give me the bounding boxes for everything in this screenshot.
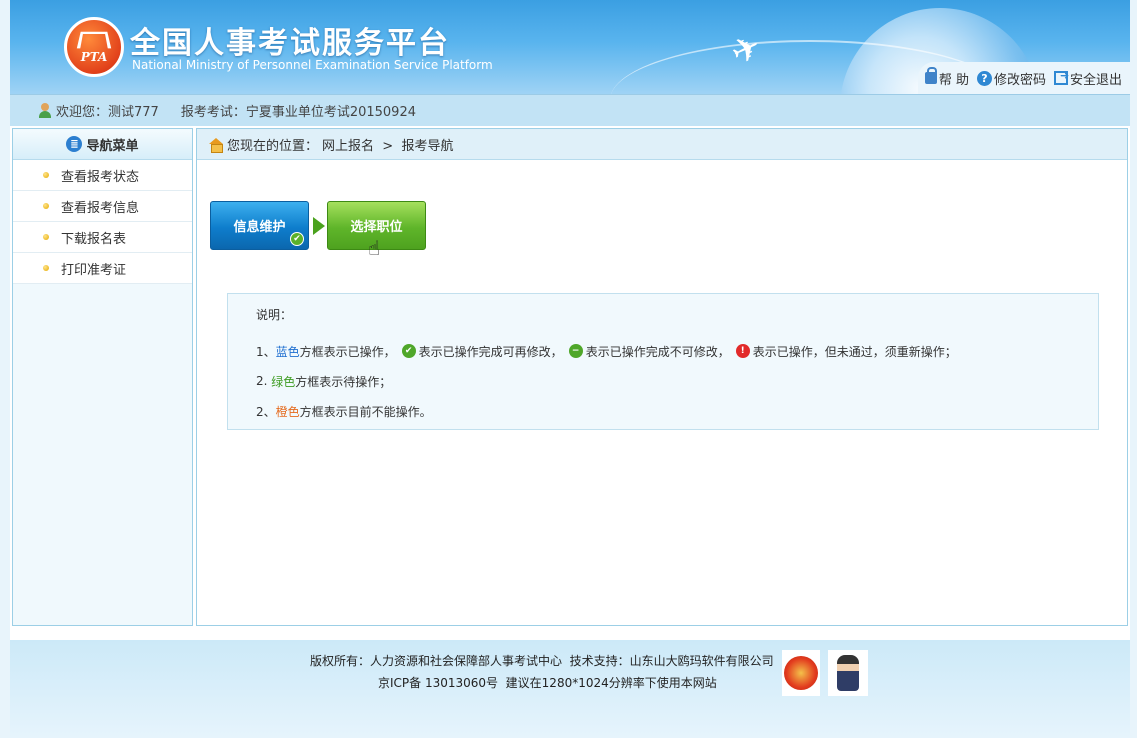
legend-note: 说明： 1、 蓝色 方框表示已操作， ✔ 表示已操作完成可再修改， − 表示已操… (227, 293, 1099, 430)
check-icon: ✔ (401, 344, 416, 358)
step-label: 选择职位 (350, 220, 403, 235)
footer-icp: 京ICP备 13013060号 建议在1280*1024分辨率下使用本网站 (378, 676, 717, 690)
user-icon (38, 103, 52, 118)
hand-pointer-icon: ☝ (368, 236, 381, 260)
change-password-link[interactable]: ? 修改密码 (976, 69, 1046, 88)
sidebar-item-view-status[interactable]: 查看报考状态 (13, 160, 192, 191)
sidebar-item-label: 查看报考状态 (61, 169, 140, 185)
step-select-position-button[interactable]: 选择职位 ☝ (327, 201, 426, 260)
menu-icon: ≣ (66, 136, 83, 152)
sidebar-item-label: 打印准考证 (61, 262, 127, 278)
sidebar-item-download-form[interactable]: 下载报名表 (13, 222, 192, 253)
color-word-orange: 橙色 (275, 404, 300, 419)
step-label: 信息维护 (233, 220, 286, 235)
note-text: 表示已操作完成可再修改， (418, 344, 563, 359)
help-link[interactable]: 帮 助 (924, 67, 969, 88)
note-text: 方框表示待操作； (295, 374, 392, 389)
footer: 版权所有：人力资源和社会保障部人事考试中心 技术支持：山东山大鸥玛软件有限公司 … (10, 640, 1130, 738)
note-title: 说明： (256, 307, 293, 322)
step-info-maintenance-button[interactable]: 信息维护 ✔ (210, 201, 309, 250)
sidebar-item-print-admission[interactable]: 打印准考证 (13, 253, 192, 284)
header: ✈ PTA 全国人事考试服务平台 National Ministry of Pe… (10, 0, 1130, 94)
welcome-text: 欢迎您：测试777 (56, 105, 159, 120)
site-title: 全国人事考试服务平台 (130, 26, 450, 61)
minus-icon: − (568, 344, 583, 358)
exam-info: 报考考试：宁夏事业单位考试20150924 (180, 105, 416, 120)
home-icon (209, 137, 223, 153)
sidebar-title-label: 导航菜单 (86, 138, 139, 154)
breadcrumb: 您现在的位置： 网上报名 > 报考导航 (197, 129, 1127, 160)
note-text: 方框表示目前不能操作。 (299, 404, 432, 419)
note-line-2: 2. 绿色 方框表示待操作； (256, 366, 1098, 396)
bullet-icon (43, 203, 49, 209)
bullet-icon (43, 234, 49, 240)
exit-icon (1053, 69, 1069, 85)
bullet-icon (43, 172, 49, 178)
sidebar-item-label: 查看报考信息 (61, 200, 140, 216)
logo-roof-icon (76, 31, 112, 49)
site-subtitle: National Ministry of Personnel Examinati… (132, 58, 493, 72)
note-prefix: 1、 (256, 344, 276, 359)
breadcrumb-path: 网上报名 > 报考导航 (322, 138, 454, 154)
error-icon: ! (735, 344, 750, 358)
main-panel: 您现在的位置： 网上报名 > 报考导航 信息维护 ✔ 选择职位 ☝ 说明： 1、… (196, 128, 1128, 626)
note-prefix: 2. (256, 374, 272, 388)
color-word-green: 绿色 (271, 374, 296, 389)
page: ✈ PTA 全国人事考试服务平台 National Ministry of Pe… (10, 0, 1130, 738)
emblem-icon[interactable] (782, 650, 820, 696)
police-icon[interactable] (828, 650, 868, 696)
step-flow: 信息维护 ✔ 选择职位 ☝ (210, 201, 426, 260)
sidebar-item-view-info[interactable]: 查看报考信息 (13, 191, 192, 222)
note-line-3: 2、 橙色 方框表示目前不能操作。 (256, 396, 1098, 426)
note-text: 方框表示已操作， (299, 344, 396, 359)
welcome-bar: 欢迎您：测试777 报考考试：宁夏事业单位考试20150924 (10, 94, 1130, 126)
logout-link[interactable]: 安全退出 (1053, 69, 1122, 88)
sidebar: ≣ 导航菜单 查看报考状态 查看报考信息 下载报名表 打印准考证 (12, 128, 193, 626)
bullet-icon (43, 265, 49, 271)
change-password-label: 修改密码 (993, 72, 1046, 88)
top-links: 帮 助 ? 修改密码 安全退出 (918, 62, 1130, 94)
pta-logo: PTA (64, 17, 124, 77)
help-link-label: 帮 助 (938, 72, 969, 88)
lock-icon (924, 67, 937, 84)
logo-text: PTA (80, 50, 108, 64)
check-icon: ✔ (290, 232, 304, 246)
arrow-right-icon (313, 216, 325, 235)
breadcrumb-prefix: 您现在的位置： (227, 138, 319, 154)
logout-label: 安全退出 (1069, 72, 1122, 88)
note-text: 表示已操作，但未通过，须重新操作； (752, 344, 957, 359)
note-line-1: 1、 蓝色 方框表示已操作， ✔ 表示已操作完成可再修改， − 表示已操作完成不… (256, 336, 1098, 366)
help-icon: ? (976, 70, 992, 86)
color-word-blue: 蓝色 (275, 344, 300, 359)
footer-copyright: 版权所有：人力资源和社会保障部人事考试中心 技术支持：山东山大鸥玛软件有限公司 (310, 654, 774, 668)
note-text: 表示已操作完成不可修改， (585, 344, 730, 359)
sidebar-title: ≣ 导航菜单 (13, 129, 192, 160)
note-prefix: 2、 (256, 404, 276, 419)
sidebar-item-label: 下载报名表 (61, 231, 127, 247)
